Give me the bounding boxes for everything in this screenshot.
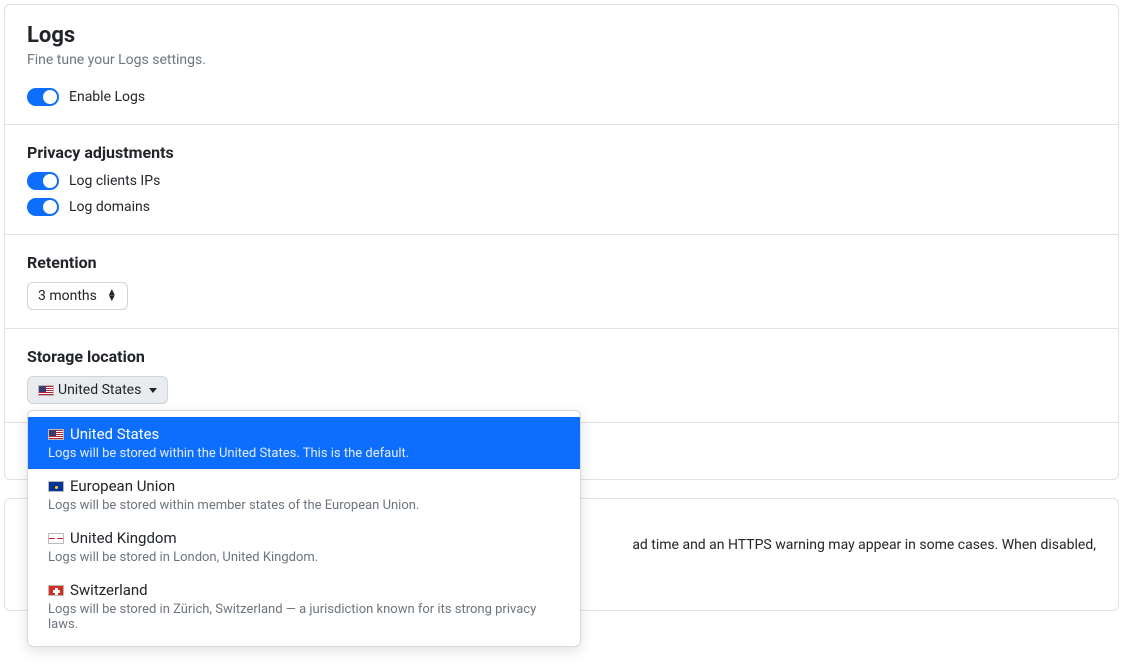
flag-ch-icon: [48, 585, 64, 596]
retention-heading: Retention: [27, 253, 1096, 272]
storage-option-desc: Logs will be stored within member states…: [48, 498, 560, 513]
storage-option-desc: Logs will be stored in Zürich, Switzerla…: [48, 602, 560, 632]
retention-value: 3 months: [38, 288, 97, 304]
storage-heading: Storage location: [27, 347, 1096, 366]
storage-option-desc: Logs will be stored within the United St…: [48, 446, 560, 461]
storage-option-name: United States: [70, 425, 159, 443]
log-domains-label: Log domains: [69, 199, 150, 215]
storage-option-name: United Kingdom: [70, 529, 177, 547]
page-subtitle: Fine tune your Logs settings.: [27, 52, 1096, 68]
storage-option-uk[interactable]: United Kingdom Logs will be stored in Lon…: [28, 521, 580, 573]
flag-us-icon: [38, 385, 54, 396]
retention-select[interactable]: 3 months ▲▼: [27, 282, 128, 310]
caret-updown-icon: ▲▼: [107, 290, 117, 302]
log-ips-label: Log clients IPs: [69, 173, 160, 189]
caret-down-icon: [149, 388, 157, 393]
storage-location-dropdown[interactable]: United States Logs will be stored within …: [27, 410, 581, 647]
flag-us-icon: [48, 429, 64, 440]
enable-logs-label: Enable Logs: [69, 89, 145, 105]
storage-option-eu[interactable]: European Union Logs will be stored within…: [28, 469, 580, 521]
log-domains-toggle[interactable]: [27, 198, 59, 216]
storage-option-name: Switzerland: [70, 581, 148, 599]
storage-option-name: European Union: [70, 477, 175, 495]
storage-location-button[interactable]: United States: [27, 376, 168, 404]
privacy-heading: Privacy adjustments: [27, 143, 1096, 162]
flag-eu-icon: [48, 481, 64, 492]
log-ips-toggle[interactable]: [27, 172, 59, 190]
storage-option-ch[interactable]: Switzerland Logs will be stored in Zürich…: [28, 573, 580, 640]
flag-uk-icon: [48, 533, 64, 544]
storage-option-us[interactable]: United States Logs will be stored within …: [28, 417, 580, 469]
storage-selected-label: United States: [58, 382, 141, 398]
storage-option-desc: Logs will be stored in London, United Ki…: [48, 550, 560, 565]
page-title: Logs: [27, 23, 1096, 48]
enable-logs-toggle[interactable]: [27, 88, 59, 106]
